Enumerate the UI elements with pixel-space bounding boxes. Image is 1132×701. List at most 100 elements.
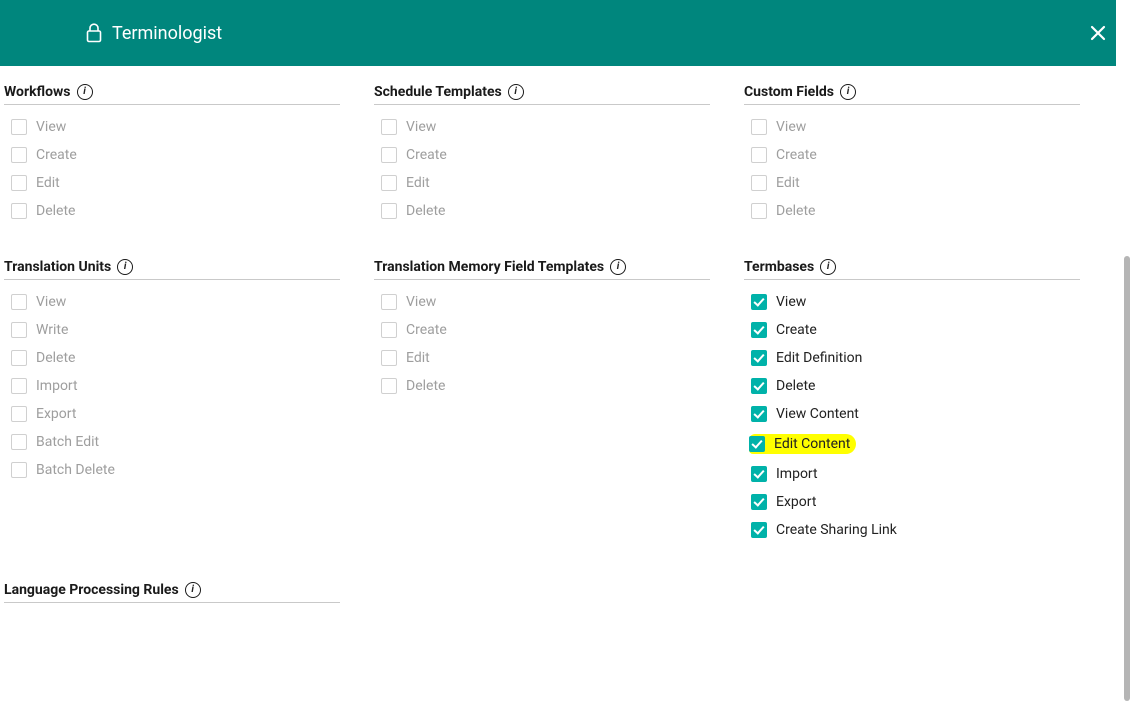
info-icon[interactable]: i (117, 259, 133, 275)
checkbox-icon (381, 175, 397, 191)
perm-tu-export[interactable]: Export (11, 406, 340, 422)
perm-tmft-delete[interactable]: Delete (381, 378, 710, 394)
perm-label: Export (776, 495, 816, 509)
perm-workflows-delete[interactable]: Delete (11, 203, 340, 219)
section-header: Custom Fields i (744, 84, 1080, 105)
perm-tu-batch-delete[interactable]: Batch Delete (11, 462, 340, 478)
checkbox-icon (11, 322, 27, 338)
perm-label: Delete (406, 379, 445, 393)
perm-schedule-create[interactable]: Create (381, 147, 710, 163)
checkbox-icon (751, 147, 767, 163)
info-icon[interactable]: i (77, 84, 93, 100)
section-schedule-templates: Schedule Templates i View Create Edit De… (374, 84, 710, 219)
perm-tb-view-content[interactable]: View Content (751, 406, 1080, 422)
checkbox-checked-icon (749, 436, 765, 452)
info-icon[interactable]: i (820, 259, 836, 275)
section-title: Schedule Templates (374, 84, 502, 100)
perm-tb-edit-definition[interactable]: Edit Definition (751, 350, 1080, 366)
checkbox-icon (381, 147, 397, 163)
perm-label: Edit (776, 176, 800, 190)
checkbox-icon (751, 203, 767, 219)
checkbox-icon (11, 119, 27, 135)
perm-list: View Create Edit Delete (751, 119, 1080, 219)
section-header: Termbases i (744, 259, 1080, 280)
perm-tb-import[interactable]: Import (751, 466, 1080, 482)
dialog-header: Terminologist (0, 0, 1132, 66)
dialog-title: Terminologist (112, 23, 222, 44)
perm-tb-edit-content[interactable]: Edit Content (751, 434, 1080, 454)
perm-list: View Create Edit Delete (11, 119, 340, 219)
perm-tb-export[interactable]: Export (751, 494, 1080, 510)
perm-list: View Write Delete Import Export Batch Ed… (11, 294, 340, 478)
perm-label: Import (36, 379, 78, 393)
perm-label: Import (776, 467, 818, 481)
perm-tu-delete[interactable]: Delete (11, 350, 340, 366)
perm-label: Export (36, 407, 76, 421)
perm-tu-view[interactable]: View (11, 294, 340, 310)
perm-tb-create-sharing-link[interactable]: Create Sharing Link (751, 522, 1080, 538)
perm-customfields-delete[interactable]: Delete (751, 203, 1080, 219)
perm-tmft-create[interactable]: Create (381, 322, 710, 338)
section-header: Schedule Templates i (374, 84, 710, 105)
perm-tmft-edit[interactable]: Edit (381, 350, 710, 366)
checkbox-icon (11, 406, 27, 422)
section-header: Workflows i (4, 84, 340, 105)
info-icon[interactable]: i (610, 259, 626, 275)
perm-label: View (776, 295, 806, 309)
perm-label: Edit (406, 176, 430, 190)
perm-tmft-view[interactable]: View (381, 294, 710, 310)
section-workflows: Workflows i View Create Edit Delete (4, 84, 340, 219)
perm-label: Delete (36, 204, 75, 218)
checkbox-icon (11, 175, 27, 191)
perm-schedule-view[interactable]: View (381, 119, 710, 135)
info-icon[interactable]: i (185, 582, 201, 598)
checkbox-icon (381, 119, 397, 135)
section-termbases: Termbases i View Create Edit Definition … (744, 259, 1080, 538)
section-translation-units: Translation Units i View Write Delete Im… (4, 259, 340, 538)
perm-label: View (36, 120, 66, 134)
close-button[interactable] (1088, 23, 1108, 43)
section-custom-fields: Custom Fields i View Create Edit Delete (744, 84, 1080, 219)
checkbox-checked-icon (751, 522, 767, 538)
perm-workflows-create[interactable]: Create (11, 147, 340, 163)
perm-label: Edit (36, 176, 60, 190)
perm-customfields-view[interactable]: View (751, 119, 1080, 135)
section-lpr: Language Processing Rules i (4, 582, 340, 617)
checkbox-icon (11, 434, 27, 450)
perm-tu-write[interactable]: Write (11, 322, 340, 338)
perm-tu-import[interactable]: Import (11, 378, 340, 394)
section-title: Translation Memory Field Templates (374, 259, 604, 275)
checkbox-checked-icon (751, 350, 767, 366)
perm-tb-create[interactable]: Create (751, 322, 1080, 338)
checkbox-icon (11, 203, 27, 219)
checkbox-icon (11, 350, 27, 366)
perm-workflows-view[interactable]: View (11, 119, 340, 135)
info-icon[interactable]: i (508, 84, 524, 100)
perm-tb-delete[interactable]: Delete (751, 378, 1080, 394)
info-icon[interactable]: i (840, 84, 856, 100)
perm-label: Delete (776, 204, 815, 218)
perm-workflows-edit[interactable]: Edit (11, 175, 340, 191)
perm-tu-batch-edit[interactable]: Batch Edit (11, 434, 340, 450)
perm-tb-view[interactable]: View (751, 294, 1080, 310)
perm-schedule-delete[interactable]: Delete (381, 203, 710, 219)
checkbox-icon (11, 462, 27, 478)
section-header: Translation Memory Field Templates i (374, 259, 710, 280)
perm-customfields-edit[interactable]: Edit (751, 175, 1080, 191)
perm-label: Create (776, 148, 817, 162)
perm-label: Create (36, 148, 77, 162)
section-title: Language Processing Rules (4, 582, 179, 598)
checkbox-icon (381, 294, 397, 310)
perm-label: Create Sharing Link (776, 523, 897, 537)
perm-customfields-create[interactable]: Create (751, 147, 1080, 163)
perm-label: Delete (36, 351, 75, 365)
perm-label: View (406, 120, 436, 134)
perm-list: View Create Edit Delete (381, 119, 710, 219)
perm-schedule-edit[interactable]: Edit (381, 175, 710, 191)
vertical-scrollbar[interactable] (1116, 0, 1132, 701)
section-title: Termbases (744, 259, 814, 275)
perm-label: Create (406, 323, 447, 337)
checkbox-icon (381, 203, 397, 219)
highlight: Edit Content (749, 434, 856, 454)
scrollbar-thumb[interactable] (1124, 256, 1130, 701)
